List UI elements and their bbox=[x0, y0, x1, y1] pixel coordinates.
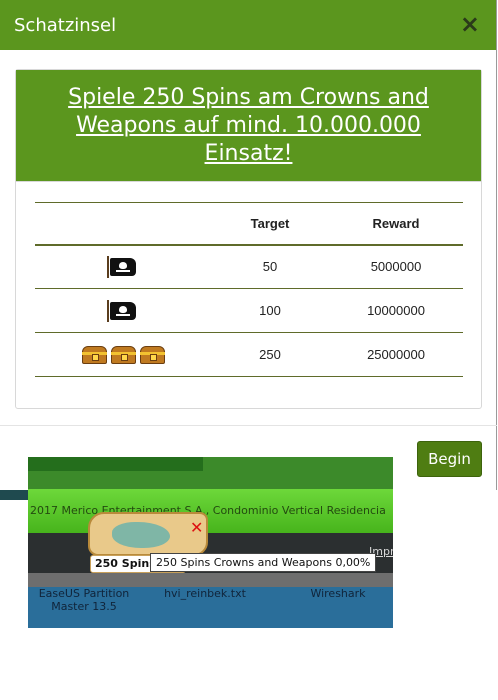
background-screenshot: 2017 Merico Entertainment S.A., Condomin… bbox=[28, 457, 393, 628]
row-icon-cell bbox=[35, 332, 211, 377]
table-row: 100 10000000 bbox=[35, 288, 463, 333]
desktop-icon-wireshark[interactable]: Wireshark bbox=[298, 587, 378, 600]
column-header-reward: Reward bbox=[329, 202, 463, 246]
desktop-icon-easeus[interactable]: EaseUS Partition Master 13.5 bbox=[38, 587, 130, 613]
treasure-island-dialog: Schatzinsel × Spiele 250 Spins am Crowns… bbox=[0, 0, 497, 490]
mission-header: Spiele 250 Spins am Crowns and Weapons a… bbox=[16, 70, 481, 182]
row-reward: 25000000 bbox=[329, 332, 463, 377]
copyright-text: 2017 Merico Entertainment S.A., Condomin… bbox=[30, 504, 386, 517]
row-target: 50 bbox=[211, 244, 329, 289]
app-root: Schatzinsel × Spiele 250 Spins am Crowns… bbox=[0, 0, 498, 700]
begin-button[interactable]: Begin bbox=[417, 441, 482, 477]
desktop-icon-hvi-reinbek[interactable]: hvi_reinbek.txt bbox=[163, 587, 247, 600]
mission-panel: Spiele 250 Spins am Crowns and Weapons a… bbox=[15, 69, 482, 409]
row-reward: 10000000 bbox=[329, 288, 463, 333]
dialog-title: Schatzinsel bbox=[14, 14, 117, 36]
row-target: 250 bbox=[211, 332, 329, 377]
table-row: 250 25000000 bbox=[35, 332, 463, 377]
row-reward: 5000000 bbox=[329, 244, 463, 289]
table-header-row: Target Reward bbox=[35, 202, 463, 246]
mission-tooltip: 250 Spins Crowns and Weapons 0,00% bbox=[150, 553, 377, 572]
dialog-header: Schatzinsel × bbox=[0, 0, 496, 50]
table-row: 50 5000000 bbox=[35, 244, 463, 289]
pirate-flag-icon bbox=[107, 255, 136, 278]
row-icon-cell bbox=[35, 288, 211, 333]
row-target: 100 bbox=[211, 288, 329, 333]
close-button[interactable]: × bbox=[460, 10, 480, 38]
game-bar bbox=[28, 457, 393, 489]
column-header-icon bbox=[35, 202, 211, 246]
treasure-chest-icon bbox=[110, 345, 136, 364]
mission-headline[interactable]: Spiele 250 Spins am Crowns and Weapons a… bbox=[46, 84, 451, 168]
treasure-chest-icon bbox=[81, 345, 107, 364]
treasure-map-icon[interactable]: ✕ bbox=[88, 512, 208, 556]
desktop-area: EaseUS Partition Master 13.5 hvi_reinbek… bbox=[28, 587, 393, 628]
treasure-chest-icon bbox=[139, 345, 165, 364]
pirate-flag-icon bbox=[107, 299, 136, 322]
row-icon-cell bbox=[35, 244, 211, 289]
column-header-target: Target bbox=[211, 202, 329, 246]
reward-table: Target Reward 50 5000000 100 10000000 25… bbox=[35, 202, 463, 377]
gray-strip bbox=[28, 573, 393, 587]
